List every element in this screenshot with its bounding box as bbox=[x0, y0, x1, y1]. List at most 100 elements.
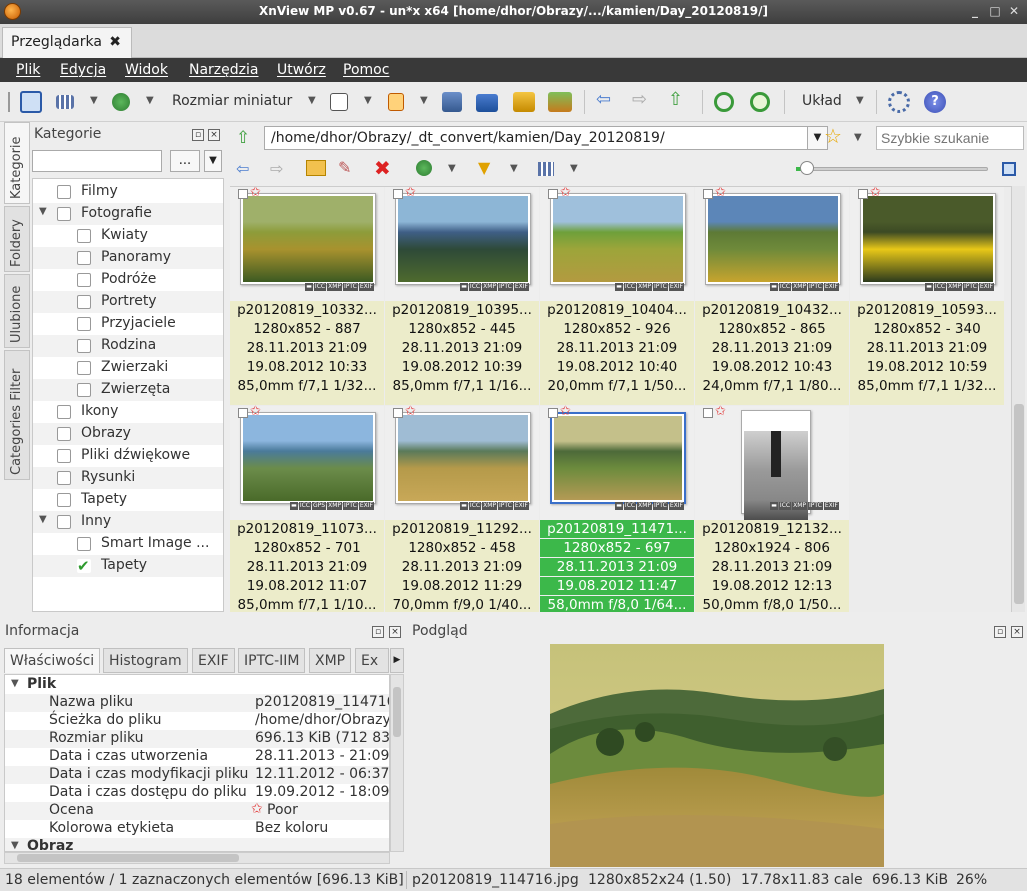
property-group[interactable]: ▼ Plik bbox=[5, 676, 389, 694]
thumbnail-info[interactable]: p20120819_10332... 1280x852 - 887 28.11.20… bbox=[230, 301, 384, 405]
thumbnail-item[interactable]: ✩ ▬ ICC XMP IPTC EXIF p20120819_11292... 1280x8… bbox=[385, 405, 539, 612]
thumbnail-checkbox[interactable] bbox=[393, 408, 403, 418]
chevron-down-icon[interactable]: ▼ bbox=[308, 95, 316, 106]
category-checkbox[interactable] bbox=[57, 427, 71, 441]
expand-arrow-icon[interactable]: ▼ bbox=[11, 678, 19, 689]
category-item[interactable]: Filmy bbox=[33, 181, 223, 203]
settings-icon[interactable] bbox=[888, 91, 910, 113]
chevron-down-icon[interactable]: ▼ bbox=[510, 163, 518, 174]
thumbnail-info[interactable]: p20120819_11073... 1280x852 - 701 28.11.20… bbox=[230, 520, 384, 612]
tab-histogram[interactable]: Histogram bbox=[103, 648, 188, 673]
tab-scroll-right[interactable]: ▶ bbox=[390, 648, 404, 673]
delete-icon[interactable]: ✖ bbox=[374, 156, 391, 180]
close-tab-icon[interactable]: ✖ bbox=[109, 34, 121, 50]
thumbnail-area[interactable]: ✩ ▬ ICC XMP IPTC EXIF bbox=[695, 187, 849, 301]
float-panel-icon[interactable]: ▫ bbox=[994, 626, 1006, 638]
filter-icon[interactable]: ▼ bbox=[478, 158, 490, 177]
category-checkbox[interactable] bbox=[57, 207, 71, 221]
category-item[interactable]: Obrazy bbox=[33, 423, 223, 445]
thumbnail-item[interactable]: ✩ ▬ ICC XMP IPTC EXIF p20120819_10404... 1280x8… bbox=[540, 187, 694, 405]
thumbnail-checkbox[interactable] bbox=[703, 189, 713, 199]
expand-arrow-icon[interactable]: ▼ bbox=[39, 206, 47, 217]
category-item[interactable]: Rysunki bbox=[33, 467, 223, 489]
category-item[interactable]: Tapety bbox=[33, 489, 223, 511]
rating-star-icon[interactable]: ✩ bbox=[715, 405, 726, 418]
rename-icon[interactable]: ✎ bbox=[338, 158, 351, 177]
thumbnail-checkbox[interactable] bbox=[238, 189, 248, 199]
vertical-scrollbar[interactable] bbox=[390, 674, 404, 852]
category-item[interactable]: Podróże bbox=[33, 269, 223, 291]
expand-arrow-icon[interactable]: ▼ bbox=[39, 514, 47, 525]
rating-star-icon[interactable]: ✩ bbox=[250, 405, 261, 418]
thumbnail-image[interactable] bbox=[741, 410, 811, 529]
chevron-down-icon[interactable]: ▼ bbox=[570, 163, 578, 174]
property-group[interactable]: ▼ Obraz bbox=[5, 838, 389, 851]
rating-star-icon[interactable]: ✩ bbox=[870, 187, 881, 199]
layout-button[interactable]: Układ bbox=[802, 93, 842, 109]
category-item[interactable]: ▼ Fotografie bbox=[33, 203, 223, 225]
thumbnail-info[interactable]: p20120819_11292... 1280x852 - 458 28.11.20… bbox=[385, 520, 539, 612]
expand-arrow-icon[interactable]: ▼ bbox=[11, 840, 19, 851]
property-row[interactable]: Data i czas dostępu do pliku 19.09.2012 -… bbox=[5, 784, 389, 802]
category-item[interactable]: Zwierzęta bbox=[33, 379, 223, 401]
category-item[interactable]: Smart Image ... bbox=[33, 533, 223, 555]
thumbnail-info[interactable]: p20120819_10404... 1280x852 - 926 28.11.20… bbox=[540, 301, 694, 405]
scrollbar-thumb[interactable] bbox=[393, 687, 401, 737]
thumbnail-zoom-slider[interactable] bbox=[796, 167, 988, 171]
forward-icon[interactable]: ⇨ bbox=[632, 89, 654, 111]
menu-help[interactable]: Pomoc bbox=[343, 62, 389, 78]
category-checkbox[interactable]: ✔ bbox=[77, 559, 91, 574]
sort-icon[interactable] bbox=[112, 93, 130, 111]
chevron-down-icon[interactable]: ▼ bbox=[364, 95, 372, 106]
category-checkbox[interactable] bbox=[77, 229, 91, 243]
property-row[interactable]: Rozmiar pliku 696.13 KiB (712 83 bbox=[5, 730, 389, 748]
category-checkbox[interactable] bbox=[77, 339, 91, 353]
thumbnail-size-icon[interactable] bbox=[330, 93, 348, 111]
rating-star-icon[interactable]: ✩ bbox=[560, 405, 571, 418]
rotate-icon[interactable] bbox=[750, 92, 770, 112]
thumbnail-size-button[interactable]: Rozmiar miniatur bbox=[172, 93, 292, 109]
path-input[interactable]: /home/dhor/Obrazy/_dt_convert/kamien/Day… bbox=[264, 126, 808, 150]
property-row[interactable]: Data i czas modyfikacji pliku 12.11.2012 … bbox=[5, 766, 389, 784]
chevron-down-icon[interactable]: ▼ bbox=[146, 95, 154, 106]
slideshow-icon[interactable] bbox=[548, 92, 572, 112]
minimize-button[interactable]: _ bbox=[968, 4, 982, 18]
thumbnail-checkbox[interactable] bbox=[238, 408, 248, 418]
category-checkbox[interactable] bbox=[77, 273, 91, 287]
float-panel-icon[interactable]: ▫ bbox=[372, 626, 384, 638]
tab-browser[interactable]: Przeglądarka ✖ bbox=[2, 27, 132, 58]
category-checkbox[interactable] bbox=[77, 317, 91, 331]
thumbnail-checkbox[interactable] bbox=[858, 189, 868, 199]
back-icon[interactable]: ⇦ bbox=[236, 159, 249, 178]
category-checkbox[interactable] bbox=[77, 537, 91, 551]
thumbnail-item[interactable]: ✩ ▬ ICC XMP IPTC EXIF p20120819_10593... 1280x8… bbox=[850, 187, 1004, 405]
tab-categories-filter[interactable]: Categories Filter bbox=[4, 350, 30, 480]
category-item[interactable]: ▼ Inny bbox=[33, 511, 223, 533]
thumbnail-info[interactable]: p20120819_10593... 1280x852 - 340 28.11.20… bbox=[850, 301, 1004, 405]
tab-exif[interactable]: EXIF bbox=[192, 648, 235, 673]
rating-star-icon[interactable]: ✩ bbox=[250, 187, 261, 199]
thumbnail-image[interactable] bbox=[395, 193, 531, 285]
category-checkbox[interactable] bbox=[57, 405, 71, 419]
tab-folders[interactable]: Foldery bbox=[4, 206, 30, 272]
slider-handle[interactable] bbox=[800, 161, 814, 175]
grid-scrollbar[interactable] bbox=[1011, 186, 1025, 612]
thumbnail-item[interactable]: ✩ ▬ ICC XMP IPTC EXIF p20120819_11471... 1280x8… bbox=[540, 405, 694, 612]
category-checkbox[interactable] bbox=[57, 185, 71, 199]
rating-star-icon[interactable]: ✩ bbox=[405, 187, 416, 199]
thumbnail-item[interactable]: ✩ ▬ ICC XMP IPTC EXIF p20120819_10332... 1280x8… bbox=[230, 187, 384, 405]
tab-iptc[interactable]: IPTC-IIM bbox=[238, 648, 306, 673]
category-item[interactable]: Zwierzaki bbox=[33, 357, 223, 379]
thumbnail-image[interactable] bbox=[550, 412, 686, 504]
category-checkbox[interactable] bbox=[57, 449, 71, 463]
thumbnail-area[interactable]: ✩ ▬ ICC XMP IPTC EXIF bbox=[385, 405, 539, 520]
menu-tools[interactable]: Narzędzia bbox=[189, 62, 258, 78]
fullscreen-icon[interactable] bbox=[20, 91, 42, 113]
thumbnail-area[interactable]: ✩ ▬ ICC XMP IPTC EXIF bbox=[385, 187, 539, 301]
category-checkbox[interactable] bbox=[77, 295, 91, 309]
property-row[interactable]: Nazwa pliku p20120819_114716 bbox=[5, 694, 389, 712]
thumbnail-info[interactable]: p20120819_10395... 1280x852 - 445 28.11.20… bbox=[385, 301, 539, 405]
chevron-down-icon[interactable]: ▼ bbox=[854, 132, 862, 143]
rating-star-icon[interactable]: ✩ bbox=[560, 187, 571, 199]
chevron-down-icon[interactable]: ▼ bbox=[448, 163, 456, 174]
